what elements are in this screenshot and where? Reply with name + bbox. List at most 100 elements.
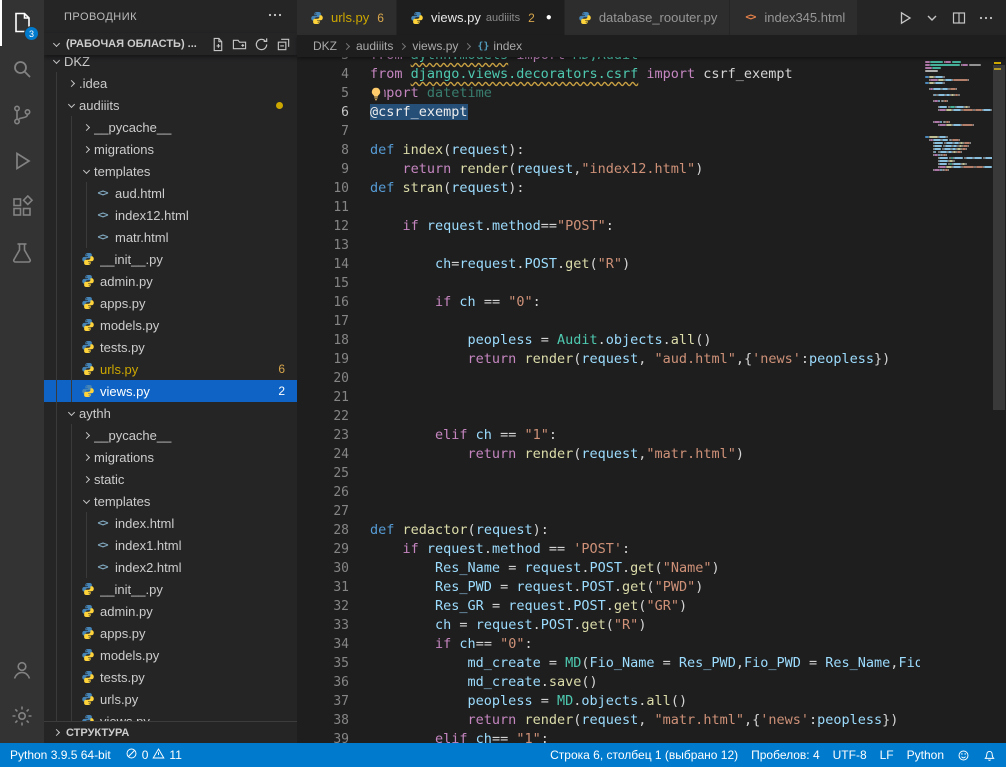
tab-views.py[interactable]: views.pyaudiiits2● [397,0,565,35]
code-line-6[interactable]: 6@csrf_exempt [297,103,920,122]
code-line-25[interactable]: 25 [297,464,920,483]
code-line-12[interactable]: 12 if request.method=="POST": [297,217,920,236]
new-file-button[interactable] [210,37,225,52]
outline-section-header[interactable]: СТРУКТУРА [44,721,297,743]
code-line-19[interactable]: 19 return render(request, "aud.html",{'n… [297,350,920,369]
notifications-bell-icon[interactable] [983,749,996,762]
scrollbar-thumb[interactable] [993,65,1005,410]
code-line-27[interactable]: 27 [297,502,920,521]
minimap[interactable] [920,57,992,743]
tree-folder-DKZ[interactable]: DKZ [44,55,297,72]
tree-file-__init__.py[interactable]: __init__.py [44,578,297,600]
code-line-7[interactable]: 7 [297,122,920,141]
python-interpreter-status[interactable]: Python 3.9.5 64-bit [10,748,111,762]
tree-file-matr.html[interactable]: <>matr.html [44,226,297,248]
tree-file-models.py[interactable]: models.py [44,314,297,336]
encoding-status[interactable]: UTF-8 [833,748,867,762]
tree-file-models.py[interactable]: models.py [44,644,297,666]
tree-file-admin.py[interactable]: admin.py [44,270,297,292]
tree-folder-templates[interactable]: templates [44,490,297,512]
workspace-section-header[interactable]: (РАБОЧАЯ ОБЛАСТЬ) ... [44,33,297,55]
tree-file-views.py[interactable]: views.py2 [44,380,297,402]
code-line-22[interactable]: 22 [297,407,920,426]
code-line-31[interactable]: 31 Res_PWD = request.POST.get("PWD") [297,578,920,597]
run-dropdown-button[interactable] [924,10,940,26]
split-editor-button[interactable] [951,10,967,26]
tree-file-views.py[interactable]: views.py [44,710,297,721]
code-line-8[interactable]: 8def index(request): [297,141,920,160]
tree-folder-aythh[interactable]: aythh [44,402,297,424]
code-line-38[interactable]: 38 return render(request, "matr.html",{'… [297,711,920,730]
tree-file-tests.py[interactable]: tests.py [44,666,297,688]
tree-folder-templates[interactable]: templates [44,160,297,182]
code-line-29[interactable]: 29 if request.method == 'POST': [297,540,920,559]
tab-index345.html[interactable]: <>index345.html [730,0,858,35]
code-line-35[interactable]: 35 md_create = MD(Fio_Name = Res_PWD,Fio… [297,654,920,673]
code-line-28[interactable]: 28def redactor(request): [297,521,920,540]
activity-search-icon[interactable] [0,46,44,92]
breadcrumb-item-views.py[interactable]: views.py [412,39,458,53]
tree-file-tests.py[interactable]: tests.py [44,336,297,358]
code-line-4[interactable]: 4from django.views.decorators.csrf impor… [297,65,920,84]
code-line-34[interactable]: 34 if ch== "0": [297,635,920,654]
breadcrumb-item-audiiits[interactable]: audiiits [356,39,393,53]
problems-status[interactable]: 0 11 [125,747,182,763]
editor-scrollbar[interactable] [992,57,1006,743]
refresh-explorer-button[interactable] [254,37,269,52]
tree-folder-__pycache__[interactable]: __pycache__ [44,116,297,138]
activity-source-control-icon[interactable] [0,92,44,138]
code-line-23[interactable]: 23 elif ch == "1": [297,426,920,445]
activity-testing-icon[interactable] [0,230,44,276]
more-actions-button[interactable] [978,10,994,26]
code-line-13[interactable]: 13 [297,236,920,255]
tree-file-index1.html[interactable]: <>index1.html [44,534,297,556]
activity-accounts-icon[interactable] [0,647,44,693]
code-line-18[interactable]: 18 peopless = Audit.objects.all() [297,331,920,350]
code-line-11[interactable]: 11 [297,198,920,217]
code-line-33[interactable]: 33 ch = request.POST.get("R") [297,616,920,635]
dirty-dot[interactable]: ● [546,12,552,23]
tree-file-apps.py[interactable]: apps.py [44,622,297,644]
activity-explorer-icon[interactable]: 3 [0,0,44,46]
cursor-position-status[interactable]: Строка 6, столбец 1 (выбрано 12) [550,748,738,762]
code-line-21[interactable]: 21 [297,388,920,407]
code-line-39[interactable]: 39 elif ch== "1": [297,730,920,743]
tree-folder-migrations[interactable]: migrations [44,138,297,160]
code-line-37[interactable]: 37 peopless = MD.objects.all() [297,692,920,711]
language-mode-status[interactable]: Python [907,748,944,762]
code-line-10[interactable]: 10def stran(request): [297,179,920,198]
tab-urls.py[interactable]: urls.py6 [297,0,397,35]
eol-status[interactable]: LF [880,748,894,762]
code-line-30[interactable]: 30 Res_Name = request.POST.get("Name") [297,559,920,578]
tree-file-index.html[interactable]: <>index.html [44,512,297,534]
code-editor[interactable]: 3from aythh.models import MD,Audit4from … [297,57,920,743]
feedback-icon[interactable] [957,749,970,762]
code-line-5[interactable]: 5import datetime [297,84,920,103]
breadcrumb-item-DKZ[interactable]: DKZ [313,39,337,53]
tree-file-aud.html[interactable]: <>aud.html [44,182,297,204]
new-folder-button[interactable] [232,37,247,52]
code-line-17[interactable]: 17 [297,312,920,331]
tree-file-index2.html[interactable]: <>index2.html [44,556,297,578]
tree-file-index12.html[interactable]: <>index12.html [44,204,297,226]
code-line-20[interactable]: 20 [297,369,920,388]
code-line-26[interactable]: 26 [297,483,920,502]
tree-folder-migrations[interactable]: migrations [44,446,297,468]
run-button[interactable] [897,10,913,26]
code-line-9[interactable]: 9 return render(request,"index12.html") [297,160,920,179]
code-line-24[interactable]: 24 return render(request,"matr.html") [297,445,920,464]
activity-extensions-icon[interactable] [0,184,44,230]
indentation-status[interactable]: Пробелов: 4 [751,748,820,762]
tree-file-__init__.py[interactable]: __init__.py [44,248,297,270]
code-line-14[interactable]: 14 ch=request.POST.get("R") [297,255,920,274]
tree-folder-static[interactable]: static [44,468,297,490]
tab-database_roouter.py[interactable]: database_roouter.py [565,0,731,35]
tree-folder-audiiits[interactable]: audiiits [44,94,297,116]
code-line-15[interactable]: 15 [297,274,920,293]
sidebar-more-actions-button[interactable] [267,7,283,26]
collapse-folders-button[interactable] [276,37,291,52]
code-line-3[interactable]: 3from aythh.models import MD,Audit [297,57,920,65]
tree-folder-__pycache__[interactable]: __pycache__ [44,424,297,446]
tree-folder-.idea[interactable]: .idea [44,72,297,94]
tree-file-urls.py[interactable]: urls.py6 [44,358,297,380]
